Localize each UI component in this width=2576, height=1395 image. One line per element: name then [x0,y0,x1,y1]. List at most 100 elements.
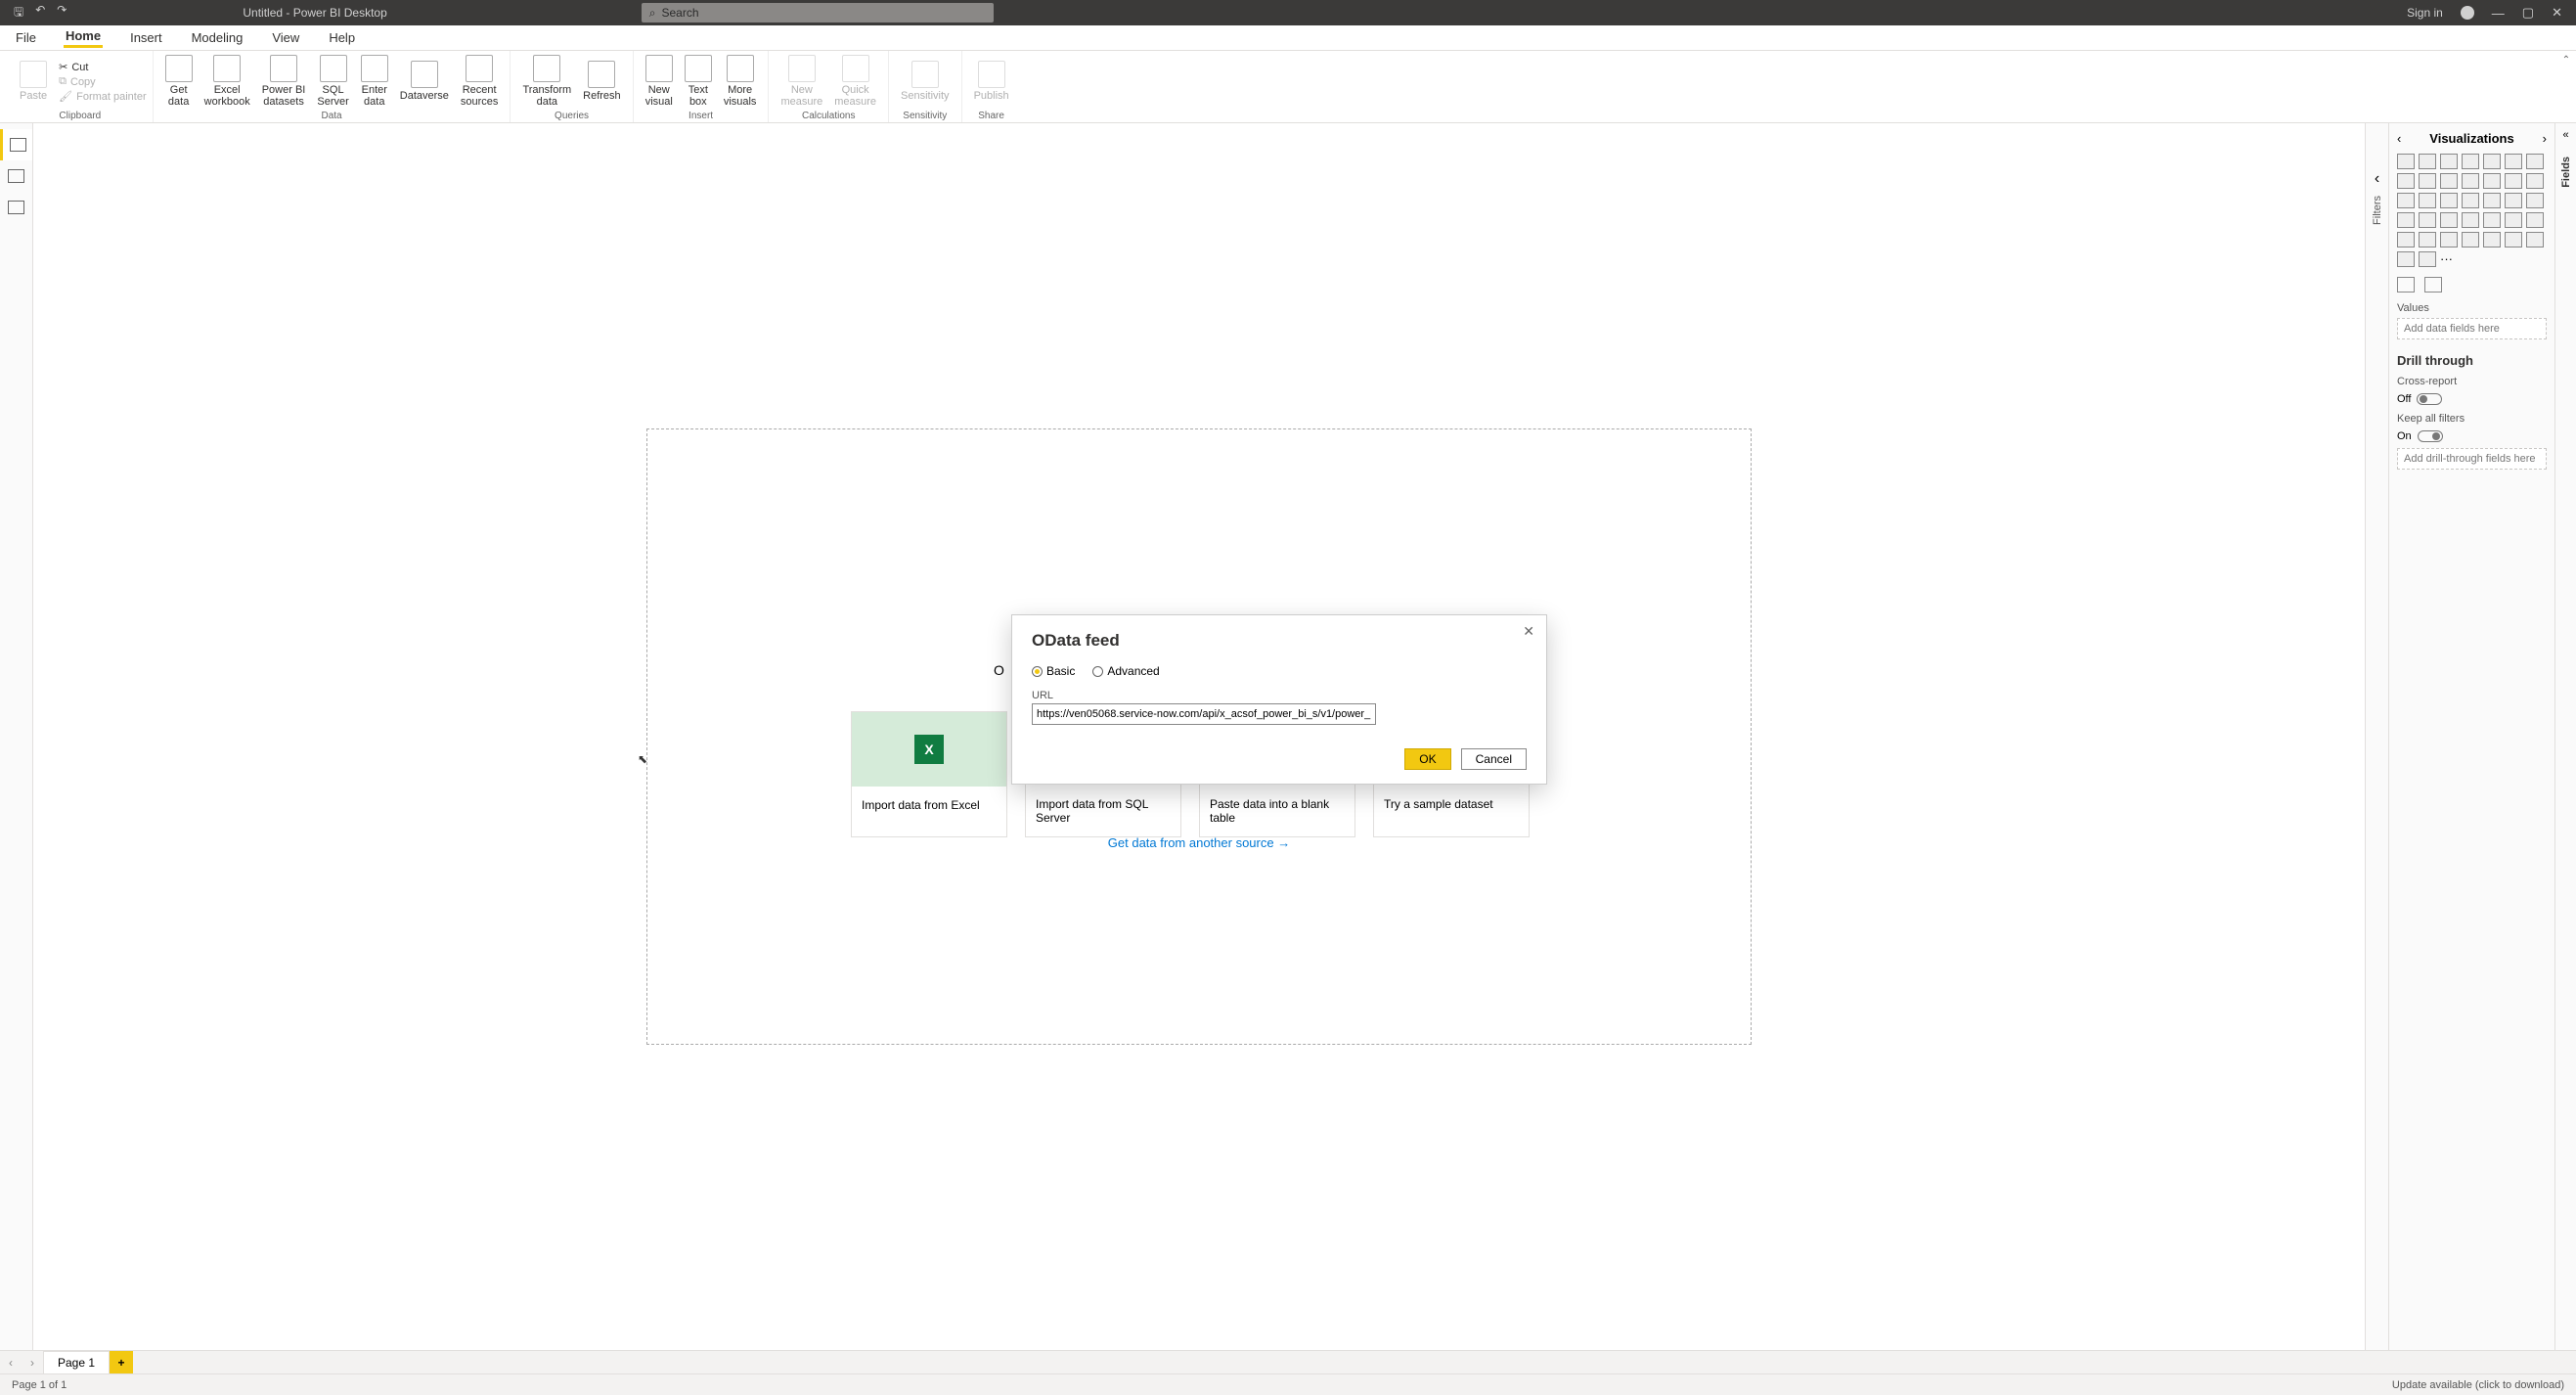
expand-filters-icon[interactable]: ‹ [2375,170,2379,188]
fields-pane[interactable]: « Fields [2554,123,2576,1350]
radio-advanced-label: Advanced [1107,664,1159,678]
waterfall-icon[interactable] [2505,173,2522,189]
line-icon[interactable] [2526,154,2544,169]
donut-icon[interactable] [2440,193,2458,208]
collapse-viz-icon[interactable]: ‹ [2397,131,2401,146]
cross-report-toggle[interactable] [2417,393,2442,405]
avatar-icon[interactable] [2461,6,2474,20]
tab-home[interactable]: Home [64,28,103,48]
scatter-icon[interactable] [2397,193,2415,208]
filled-map-icon[interactable] [2505,193,2522,208]
group-clipboard-label: Clipboard [14,111,147,122]
area-icon[interactable] [2397,173,2415,189]
key-influencers-icon[interactable] [2440,232,2458,248]
line-column-icon[interactable] [2440,173,2458,189]
multi-card-icon[interactable] [2440,212,2458,228]
smart-narrative-icon[interactable] [2505,232,2522,248]
model-view-button[interactable] [0,192,32,223]
pbi-datasets-button[interactable]: Power BI datasets [256,53,312,111]
kpi-icon[interactable] [2462,212,2479,228]
map-icon[interactable] [2483,193,2501,208]
cut-button[interactable]: ✂ Cut [59,61,147,73]
undo-icon[interactable]: ↶ [35,3,45,23]
decomp-icon[interactable] [2483,232,2501,248]
sign-in-link[interactable]: Sign in [2407,6,2443,20]
expand-fields-icon[interactable]: « [2562,129,2568,141]
redo-icon[interactable]: ↷ [57,3,67,23]
dialog-close-button[interactable]: ✕ [1523,623,1534,640]
card-import-excel[interactable]: X Import data from Excel [851,711,1007,837]
more-icon[interactable] [2419,251,2436,267]
publish-label: Publish [974,90,1009,103]
format-well-icon[interactable] [2424,277,2442,292]
report-canvas[interactable]: ⬉ O X Import data from Excel Import data… [646,428,1752,1045]
clustered-bar-icon[interactable] [2440,154,2458,169]
tab-insert[interactable]: Insert [128,30,164,45]
py-visual-icon[interactable] [2419,232,2436,248]
cancel-button[interactable]: Cancel [1461,748,1527,770]
get-data-button[interactable]: Get data [159,53,199,111]
data-view-button[interactable] [0,160,32,192]
100-bar-icon[interactable] [2483,154,2501,169]
more-visuals-button[interactable]: More visuals [718,53,763,111]
search-input[interactable]: ⌕ Search [642,3,994,22]
ellipsis-icon[interactable]: ··· [2440,251,2453,267]
filters-pane[interactable]: ‹ Filters [2365,123,2388,1350]
stacked-area-icon[interactable] [2419,173,2436,189]
new-visual-button[interactable]: New visual [640,53,679,111]
values-dropzone[interactable]: Add data fields here [2397,318,2547,339]
table-viz-icon[interactable] [2505,212,2522,228]
enter-data-button[interactable]: Enter data [355,53,394,111]
tab-view[interactable]: View [270,30,301,45]
another-source-link[interactable]: Get data from another source → [1108,835,1290,850]
stacked-column-icon[interactable] [2419,154,2436,169]
matrix-icon[interactable] [2526,212,2544,228]
tab-help[interactable]: Help [327,30,357,45]
r-visual-icon[interactable] [2397,232,2415,248]
gauge-icon[interactable] [2397,212,2415,228]
radio-basic[interactable]: Basic [1032,664,1075,678]
minimize-button[interactable]: — [2492,6,2505,21]
radio-advanced[interactable]: Advanced [1092,664,1159,678]
page-tab-1[interactable]: Page 1 [43,1351,110,1373]
ok-button[interactable]: OK [1404,748,1450,770]
tab-modeling[interactable]: Modeling [190,30,245,45]
collapse-ribbon-button[interactable]: ⌃ [2556,51,2576,122]
qna-icon[interactable] [2462,232,2479,248]
shape-map-icon[interactable] [2526,193,2544,208]
url-input[interactable] [1032,703,1376,725]
stacked-bar-icon[interactable] [2397,154,2415,169]
drill-through-dropzone[interactable]: Add drill-through fields here [2397,448,2547,470]
dataverse-button[interactable]: Dataverse [394,59,455,105]
100-column-icon[interactable] [2505,154,2522,169]
text-box-button[interactable]: Text box [679,53,718,111]
new-measure-button: New measure [775,53,828,111]
close-button[interactable]: ✕ [2552,5,2562,21]
card-icon[interactable] [2419,212,2436,228]
save-icon[interactable]: 🖫 [14,3,23,23]
slicer-icon[interactable] [2483,212,2501,228]
paginated-icon[interactable] [2526,232,2544,248]
custom-icon[interactable] [2397,251,2415,267]
treemap-icon[interactable] [2462,193,2479,208]
prev-page-button[interactable]: ‹ [0,1351,22,1373]
transform-data-button[interactable]: Transform data [516,53,577,111]
keep-filters-toggle[interactable] [2418,430,2443,442]
line-clustered-icon[interactable] [2462,173,2479,189]
refresh-button[interactable]: Refresh [577,59,627,105]
sql-server-button[interactable]: SQL Server [311,53,354,111]
maximize-button[interactable]: ▢ [2522,5,2534,21]
report-view-button[interactable] [0,129,32,160]
next-page-button[interactable]: › [22,1351,43,1373]
excel-workbook-button[interactable]: Excel workbook [199,53,256,111]
recent-sources-button[interactable]: Recent sources [455,53,505,111]
viz-menu-icon[interactable]: › [2543,131,2547,146]
pie-icon[interactable] [2419,193,2436,208]
add-page-button[interactable]: + [110,1351,133,1373]
clustered-column-icon[interactable] [2462,154,2479,169]
tab-file[interactable]: File [14,30,38,45]
funnel-icon[interactable] [2526,173,2544,189]
fields-well-icon[interactable] [2397,277,2415,292]
ribbon-chart-icon[interactable] [2483,173,2501,189]
status-update-link[interactable]: Update available (click to download) [2392,1379,2564,1391]
